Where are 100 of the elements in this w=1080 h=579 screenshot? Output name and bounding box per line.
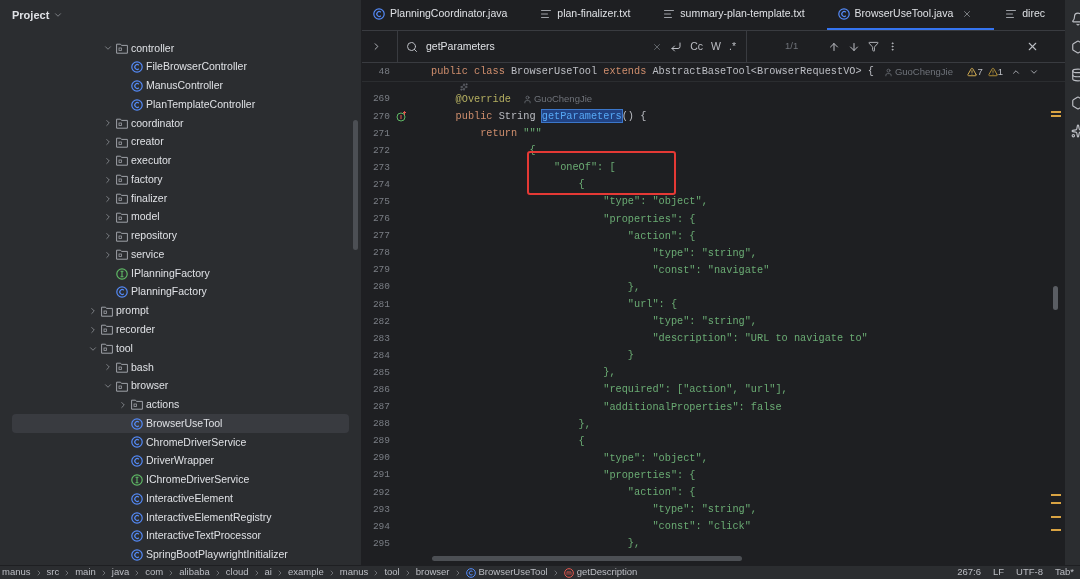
breadcrumb[interactable]: getDescription [563,565,638,579]
tree-item[interactable]: executor [12,151,349,171]
tree-item[interactable]: BrowserUseTool [12,414,349,434]
tree-item[interactable]: PlanTemplateController [12,95,349,115]
line-number: 281 [371,297,390,312]
weak-warning-count[interactable]: 1 [997,64,1003,80]
warning-icon[interactable] [967,67,978,77]
interface-icon [116,267,128,280]
tree-item[interactable]: model [12,207,349,227]
clear-icon[interactable] [652,41,663,52]
folder-icon [116,136,128,148]
line-number: 270 [371,109,390,124]
tree-item[interactable]: recorder [12,320,349,340]
chevron-right-icon[interactable] [103,137,113,148]
vertical-scrollbar-thumb[interactable] [1053,286,1058,310]
chevron-right-icon[interactable] [103,249,113,260]
weak-warning-icon[interactable] [987,67,998,77]
horizontal-scrollbar-thumb[interactable] [432,556,742,561]
inlay-hint-icon[interactable] [460,82,468,91]
line-number: 295 [371,536,390,551]
breadcrumb[interactable]: alibaba [179,565,210,579]
breadcrumb[interactable]: java [111,565,130,579]
tree-item[interactable]: controller [12,39,349,58]
match-case-toggle[interactable]: Cc [690,38,704,55]
tree-item[interactable]: InteractiveElementRegistry [12,508,349,527]
close-icon[interactable] [1026,40,1039,53]
breadcrumb[interactable]: manus [339,565,369,579]
tree-item[interactable]: SpringBootPlaywrightInitializer [12,545,349,565]
editor-tab[interactable]: summary-plan-template.txt [652,0,827,30]
tree-item[interactable]: coordinator [12,114,349,133]
breadcrumb[interactable]: BrowserUseTool [465,565,548,579]
newline-icon[interactable] [670,40,683,53]
chevron-right-icon[interactable] [103,231,113,242]
chevron-right-icon[interactable] [103,212,113,223]
regex-toggle[interactable]: .* [729,38,736,55]
tree-item[interactable]: service [12,245,349,265]
chevron-right-icon[interactable] [103,174,113,185]
previous-match-icon[interactable] [828,40,841,53]
tree-item[interactable]: factory [12,170,349,190]
filter-icon[interactable] [868,41,880,52]
chevron-down-icon[interactable] [53,10,64,20]
tree-item[interactable]: DriverWrapper [12,451,349,471]
tree-item[interactable]: FileBrowserController [12,57,349,77]
tree-item[interactable]: ChromeDriverService [12,433,349,452]
chevron-right-icon[interactable] [88,306,98,317]
implements-icon[interactable] [396,111,407,123]
tree-item[interactable]: prompt [12,301,349,321]
tree-item[interactable]: InteractiveTextProcessor [12,526,349,546]
search-icon[interactable] [406,40,418,53]
chevron-right-icon[interactable] [103,362,113,373]
close-icon[interactable] [962,9,973,19]
editor-tab[interactable]: PlanningCoordinator.java [362,0,530,30]
cursor-position[interactable]: 267:6 [957,565,981,579]
breadcrumb[interactable]: src [46,565,60,579]
tree-item[interactable]: IPlanningFactory [12,264,349,283]
panel-title[interactable]: Project [12,6,50,24]
tree-item[interactable]: ManusController [12,76,349,96]
breadcrumb[interactable]: com [145,565,164,579]
encoding[interactable]: UTF-8 [1016,565,1043,579]
chevron-down-icon[interactable] [1029,67,1039,77]
search-field[interactable]: getParameters [426,38,645,55]
whole-words-toggle[interactable]: W [711,38,721,55]
breadcrumb[interactable]: tool [384,565,400,579]
chevron-right-icon[interactable] [103,193,113,204]
tree-item[interactable]: bash [12,358,349,377]
tree-item[interactable]: IChromeDriverService [12,470,349,490]
class-icon [131,417,143,430]
editor-tab[interactable]: plan-finalizer.txt [529,0,653,30]
tree-item[interactable]: actions [12,395,349,415]
indent-setting[interactable]: Tab* [1055,565,1074,579]
tree-item[interactable]: browser [12,376,349,396]
line-number: 279 [371,263,390,278]
chevron-up-icon[interactable] [1011,67,1021,77]
tree-item[interactable]: creator [12,132,349,152]
code-line: public String getParameters() { [454,108,647,124]
chevron-right-icon[interactable] [88,324,98,335]
breadcrumb[interactable]: cloud [225,565,249,579]
tree-item[interactable]: tool [12,339,349,358]
tree-item[interactable]: InteractiveElement [12,489,349,509]
class-icon [131,549,143,562]
editor-tab[interactable]: direc [994,0,1065,30]
tree-item[interactable]: finalizer [12,189,349,208]
breadcrumb[interactable]: example [287,565,324,579]
chevron-right-icon[interactable] [118,399,128,410]
breadcrumb[interactable]: manus [2,565,31,579]
scrollbar-thumb[interactable] [353,120,358,250]
warning-count[interactable]: 7 [977,64,983,80]
line-number: 290 [371,451,390,466]
breadcrumb[interactable]: ai [264,565,272,579]
line-number: 274 [371,177,390,192]
chevron-right-icon[interactable] [103,155,113,166]
breadcrumb[interactable]: browser [415,565,450,579]
code-line: "additionalProperties": false [602,399,782,415]
tree-item[interactable]: PlanningFactory [12,282,349,302]
next-match-icon[interactable] [848,40,861,53]
tree-item[interactable]: repository [12,226,349,246]
code-line: "type": "string", [651,502,757,518]
chevron-right-icon[interactable] [103,118,113,129]
breadcrumb[interactable]: main [75,565,96,579]
line-ending[interactable]: LF [992,565,1005,579]
